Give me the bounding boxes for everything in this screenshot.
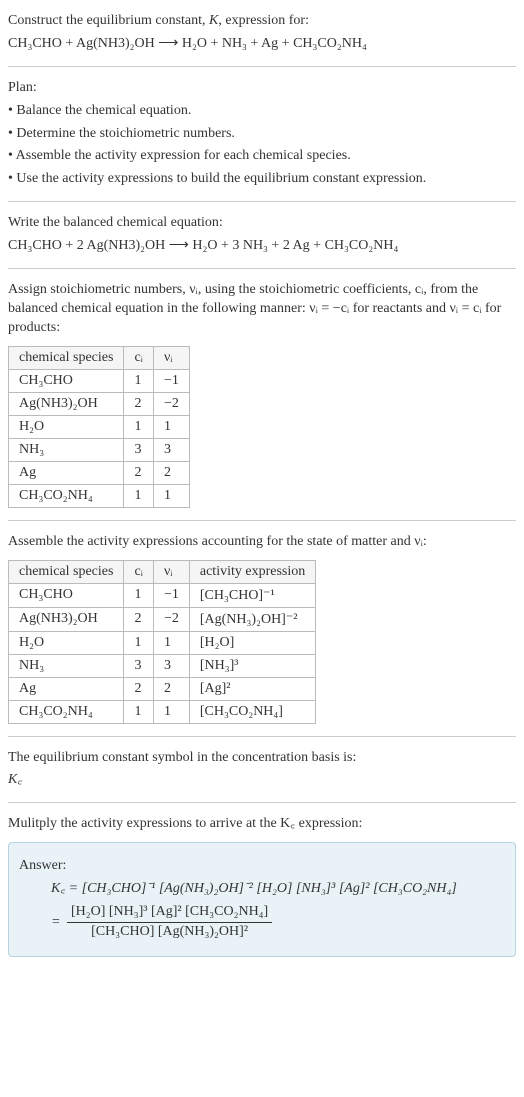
table-cell: 2 xyxy=(124,607,154,631)
answer-denominator: [CH₃CHO] [Ag(NH₃)₂OH]² xyxy=(67,923,272,942)
divider xyxy=(8,736,516,737)
table-cell: 1 xyxy=(124,415,154,438)
table-header: cᵢ xyxy=(124,560,154,583)
table-row: Ag(NH3)₂OH 2 −2 [Ag(NH₃)₂OH]⁻² xyxy=(9,607,316,631)
table-cell: 2 xyxy=(153,461,189,484)
table-cell: 1 xyxy=(153,484,189,507)
table-cell: 2 xyxy=(124,392,154,415)
table-row: Ag 2 2 xyxy=(9,461,190,484)
multiply-text: Mulitply the activity expressions to arr… xyxy=(8,815,516,834)
table-cell: [CH₃CO₂NH₄] xyxy=(189,700,315,723)
balanced-equation: CH₃CHO + 2 Ag(NH3)₂OH ⟶ H₂O + 3 NH₃ + 2 … xyxy=(8,237,516,256)
table-cell: 3 xyxy=(153,654,189,677)
table-header: chemical species xyxy=(9,346,124,369)
table-cell: 1 xyxy=(153,415,189,438)
table-row: NH₃ 3 3 [NH₃]³ xyxy=(9,654,316,677)
table-cell: 2 xyxy=(124,677,154,700)
table-cell: [Ag]² xyxy=(189,677,315,700)
table-cell: −1 xyxy=(153,583,189,607)
table-cell: 1 xyxy=(153,631,189,654)
divider xyxy=(8,802,516,803)
table-cell: 3 xyxy=(124,438,154,461)
table-cell: [H₂O] xyxy=(189,631,315,654)
table-cell: −2 xyxy=(153,607,189,631)
table-row: NH₃ 3 3 xyxy=(9,438,190,461)
table-header: cᵢ xyxy=(124,346,154,369)
table-cell: 3 xyxy=(124,654,154,677)
table-cell: −2 xyxy=(153,392,189,415)
intro-line1: Construct the equilibrium constant, K, e… xyxy=(8,12,516,31)
answer-fraction: [H₂O] [NH₃]³ [Ag]² [CH₃CO₂NH₄] [CH₃CHO] … xyxy=(67,903,272,942)
stoich-table: chemical species cᵢ νᵢ CH₃CHO 1 −1 Ag(NH… xyxy=(8,346,190,508)
answer-numerator: [H₂O] [NH₃]³ [Ag]² [CH₃CO₂NH₄] xyxy=(67,903,272,923)
table-cell: Ag xyxy=(9,677,124,700)
table-header: activity expression xyxy=(189,560,315,583)
table-cell: CH₃CO₂NH₄ xyxy=(9,700,124,723)
answer-box: Answer: K꜀ = [CH₃CHO]⁻¹ [Ag(NH₃)₂OH]⁻² [… xyxy=(8,842,516,957)
divider xyxy=(8,66,516,67)
divider xyxy=(8,268,516,269)
table-cell: 1 xyxy=(153,700,189,723)
table-cell: 2 xyxy=(124,461,154,484)
table-row: Ag(NH3)₂OH 2 −2 xyxy=(9,392,190,415)
intro-equation: CH₃CHO + Ag(NH3)₂OH ⟶ H₂O + NH₃ + Ag + C… xyxy=(8,35,516,54)
table-cell: CH₃CHO xyxy=(9,583,124,607)
divider xyxy=(8,201,516,202)
table-row: H₂O 1 1 [H₂O] xyxy=(9,631,316,654)
symbol-text: The equilibrium constant symbol in the c… xyxy=(8,749,516,768)
balanced-heading: Write the balanced chemical equation: xyxy=(8,214,516,233)
table-cell: [CH₃CHO]⁻¹ xyxy=(189,583,315,607)
answer-eq-prefix: = xyxy=(51,915,64,930)
table-cell: −1 xyxy=(153,369,189,392)
table-cell: Ag(NH3)₂OH xyxy=(9,392,124,415)
answer-label: Answer: xyxy=(19,857,505,876)
table-cell: 1 xyxy=(124,369,154,392)
table-cell: 2 xyxy=(153,677,189,700)
table-cell: NH₃ xyxy=(9,654,124,677)
table-cell: H₂O xyxy=(9,415,124,438)
plan-bullet-3: • Assemble the activity expression for e… xyxy=(8,147,516,166)
table-cell: NH₃ xyxy=(9,438,124,461)
answer-content: K꜀ = [CH₃CHO]⁻¹ [Ag(NH₃)₂OH]⁻² [H₂O] [NH… xyxy=(51,880,505,942)
intro-text-part1: Construct the equilibrium constant, K, e… xyxy=(8,13,309,28)
symbol-k: K꜀ xyxy=(8,771,516,790)
table-cell: 3 xyxy=(153,438,189,461)
table-header: νᵢ xyxy=(153,346,189,369)
plan-heading: Plan: xyxy=(8,79,516,98)
table-cell: 1 xyxy=(124,484,154,507)
plan-bullet-1: • Balance the chemical equation. xyxy=(8,102,516,121)
table-cell: 1 xyxy=(124,631,154,654)
table-cell: CH₃CO₂NH₄ xyxy=(9,484,124,507)
assemble-text: Assemble the activity expressions accoun… xyxy=(8,533,516,552)
answer-line1: K꜀ = [CH₃CHO]⁻¹ [Ag(NH₃)₂OH]⁻² [H₂O] [NH… xyxy=(51,880,505,899)
table-header: chemical species xyxy=(9,560,124,583)
table-cell: 1 xyxy=(124,583,154,607)
table-header: νᵢ xyxy=(153,560,189,583)
table-cell: [Ag(NH₃)₂OH]⁻² xyxy=(189,607,315,631)
table-cell: Ag xyxy=(9,461,124,484)
table-cell: CH₃CHO xyxy=(9,369,124,392)
table-cell: Ag(NH3)₂OH xyxy=(9,607,124,631)
table-cell: 1 xyxy=(124,700,154,723)
divider xyxy=(8,520,516,521)
answer-fraction-line: = [H₂O] [NH₃]³ [Ag]² [CH₃CO₂NH₄] [CH₃CHO… xyxy=(51,903,505,942)
activity-table: chemical species cᵢ νᵢ activity expressi… xyxy=(8,560,316,724)
plan-bullet-2: • Determine the stoichiometric numbers. xyxy=(8,125,516,144)
table-row: CH₃CHO 1 −1 [CH₃CHO]⁻¹ xyxy=(9,583,316,607)
assign-text: Assign stoichiometric numbers, νᵢ, using… xyxy=(8,281,516,338)
table-row: Ag 2 2 [Ag]² xyxy=(9,677,316,700)
table-row: CH₃CO₂NH₄ 1 1 xyxy=(9,484,190,507)
document-body: Construct the equilibrium constant, K, e… xyxy=(8,12,516,957)
table-cell: [NH₃]³ xyxy=(189,654,315,677)
table-cell: H₂O xyxy=(9,631,124,654)
table-row: CH₃CHO 1 −1 xyxy=(9,369,190,392)
table-row: H₂O 1 1 xyxy=(9,415,190,438)
plan-bullet-4: • Use the activity expressions to build … xyxy=(8,170,516,189)
table-row: CH₃CO₂NH₄ 1 1 [CH₃CO₂NH₄] xyxy=(9,700,316,723)
